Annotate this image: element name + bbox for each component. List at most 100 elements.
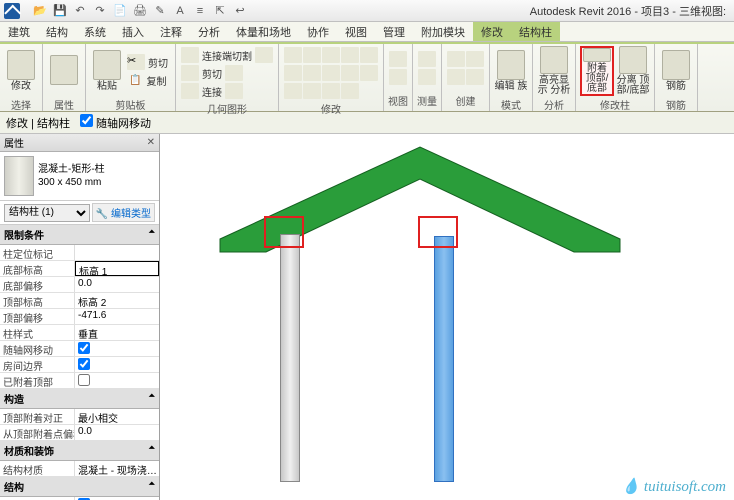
property-row[interactable]: 底部偏移0.0 xyxy=(0,277,159,293)
property-row[interactable]: 已附着顶部 xyxy=(0,373,159,389)
ribbon-button[interactable] xyxy=(47,46,81,96)
structural-column-left[interactable] xyxy=(280,234,300,482)
ribbon-tab[interactable]: 注释 xyxy=(152,22,190,41)
ribbon-small-button[interactable]: 连接 xyxy=(200,83,224,99)
quick-access-toolbar: 📂💾↶↷📄🖨✎A≡⇱↩ xyxy=(32,3,248,19)
ribbon-tab[interactable]: 视图 xyxy=(337,22,375,41)
ribbon-small-button[interactable] xyxy=(322,83,340,99)
ribbon-small-button[interactable] xyxy=(303,65,321,81)
ribbon-small-button[interactable] xyxy=(322,65,340,81)
property-row[interactable]: 柱定位标记 xyxy=(0,245,159,261)
qa-button[interactable]: ↷ xyxy=(92,3,108,19)
property-section-header[interactable]: 构造 xyxy=(0,389,159,409)
ribbon-small-button[interactable] xyxy=(389,69,407,85)
ribbon-small-button[interactable] xyxy=(303,83,321,99)
ribbon-tab[interactable]: 插入 xyxy=(114,22,152,41)
ribbon-small-button[interactable] xyxy=(418,69,436,85)
ribbon-small-button[interactable] xyxy=(303,47,321,63)
qa-button[interactable]: A xyxy=(172,3,188,19)
ribbon-small-button[interactable] xyxy=(225,65,243,81)
type-selector[interactable]: 混凝土-矩形-柱 300 x 450 mm xyxy=(0,152,159,201)
ribbon-small-button[interactable] xyxy=(447,51,465,67)
property-row[interactable]: 房间边界 xyxy=(0,357,159,373)
qa-button[interactable]: ⇱ xyxy=(212,3,228,19)
follow-grid-checkbox[interactable]: 随轴网移动 xyxy=(80,114,151,131)
qa-button[interactable]: ≡ xyxy=(192,3,208,19)
property-checkbox[interactable] xyxy=(78,358,90,370)
ribbon-small-button[interactable] xyxy=(360,65,378,81)
options-context-label: 修改 | 结构柱 xyxy=(6,115,70,131)
ribbon-small-button[interactable] xyxy=(181,47,199,63)
ribbon-tab[interactable]: 体量和场地 xyxy=(228,22,299,41)
qa-button[interactable]: ↩ xyxy=(232,3,248,19)
property-section-header[interactable]: 结构 xyxy=(0,477,159,497)
edit-type-button[interactable]: 🔧 编辑类型 xyxy=(92,203,155,222)
ribbon-small-button[interactable] xyxy=(181,83,199,99)
ribbon-small-button[interactable] xyxy=(447,69,465,85)
instance-filter[interactable]: 结构柱 (1) xyxy=(4,204,90,222)
ribbon-small-button[interactable]: 剪切 xyxy=(146,54,170,70)
qa-button[interactable]: 📄 xyxy=(112,3,128,19)
ribbon-small-button[interactable] xyxy=(389,51,407,67)
ribbon-small-button[interactable] xyxy=(466,51,484,67)
ribbon-small-button[interactable] xyxy=(360,47,378,63)
qa-button[interactable]: 💾 xyxy=(52,3,68,19)
property-section-header[interactable]: 材质和装饰 xyxy=(0,441,159,461)
property-checkbox[interactable] xyxy=(78,342,90,354)
ribbon-button[interactable]: 编辑 族 xyxy=(494,46,528,96)
ribbon-button[interactable]: 高亮显示 分析 xyxy=(537,46,571,96)
ribbon-small-button[interactable]: 剪切 xyxy=(200,65,224,81)
ribbon-tab[interactable]: 系统 xyxy=(76,22,114,41)
property-row[interactable]: 底部标高标高 1 xyxy=(0,261,159,277)
property-row[interactable]: 随轴网移动 xyxy=(0,341,159,357)
ribbon-small-button[interactable] xyxy=(418,51,436,67)
ribbon-tab[interactable]: 附加模块 xyxy=(413,22,473,41)
highlight-box-left xyxy=(264,216,304,248)
ribbon-tab[interactable]: 建筑 xyxy=(0,22,38,41)
ribbon-small-button[interactable] xyxy=(284,65,302,81)
ribbon-small-button[interactable] xyxy=(341,83,359,99)
ribbon-tab[interactable]: 结构柱 xyxy=(511,22,560,41)
property-checkbox[interactable] xyxy=(78,374,90,386)
ribbon-small-button[interactable] xyxy=(284,47,302,63)
property-row[interactable]: 顶部附着对正最小相交 xyxy=(0,409,159,425)
app-icon[interactable] xyxy=(4,3,20,19)
ribbon-group-label: 钢筋 xyxy=(659,96,693,113)
ribbon-small-button[interactable]: 复制 xyxy=(144,72,168,88)
ribbon-small-button[interactable] xyxy=(466,69,484,85)
property-section-header[interactable]: 限制条件 xyxy=(0,225,159,245)
ribbon-small-button[interactable]: 连接端切割 xyxy=(200,47,254,63)
ribbon-button[interactable]: 粘贴 xyxy=(90,46,124,96)
ribbon-small-button[interactable] xyxy=(284,83,302,99)
property-row[interactable]: 顶部标高标高 2 xyxy=(0,293,159,309)
ribbon-button[interactable]: 附着 顶部/底部 xyxy=(580,46,614,96)
ribbon-small-button[interactable] xyxy=(322,47,340,63)
ribbon-small-button[interactable] xyxy=(255,47,273,63)
ribbon-small-button[interactable] xyxy=(181,65,199,81)
ribbon-button[interactable]: 分离 顶部/底部 xyxy=(616,46,650,96)
ribbon-small-button[interactable]: 📋 xyxy=(127,72,143,88)
ribbon-small-button[interactable]: ✂ xyxy=(127,54,145,70)
ribbon-small-button[interactable] xyxy=(341,47,359,63)
properties-body: 限制条件柱定位标记底部标高标高 1底部偏移0.0顶部标高标高 2顶部偏移-471… xyxy=(0,225,159,500)
ribbon-button[interactable]: 修改 xyxy=(4,46,38,96)
ribbon-tab[interactable]: 修改 xyxy=(473,22,511,41)
qa-button[interactable]: ✎ xyxy=(152,3,168,19)
structural-column-right[interactable] xyxy=(434,236,454,482)
property-row[interactable]: 柱样式垂直 xyxy=(0,325,159,341)
qa-button[interactable]: 📂 xyxy=(32,3,48,19)
viewport[interactable]: tuituisoft.com xyxy=(160,134,734,500)
property-row[interactable]: 结构材质混凝土 - 现场浇… xyxy=(0,461,159,477)
qa-button[interactable]: ↶ xyxy=(72,3,88,19)
close-icon[interactable]: ✕ xyxy=(147,137,155,148)
ribbon-small-button[interactable] xyxy=(341,65,359,81)
property-row[interactable]: 从顶部附着点偏移0.0 xyxy=(0,425,159,441)
ribbon-tab[interactable]: 管理 xyxy=(375,22,413,41)
ribbon-button[interactable]: 钢筋 xyxy=(659,46,693,96)
qa-button[interactable]: 🖨 xyxy=(132,3,148,19)
property-row[interactable]: 顶部偏移-471.6 xyxy=(0,309,159,325)
ribbon-tab[interactable]: 协作 xyxy=(299,22,337,41)
ribbon-tab[interactable]: 结构 xyxy=(38,22,76,41)
ribbon-small-button[interactable] xyxy=(225,83,243,99)
ribbon-tab[interactable]: 分析 xyxy=(190,22,228,41)
